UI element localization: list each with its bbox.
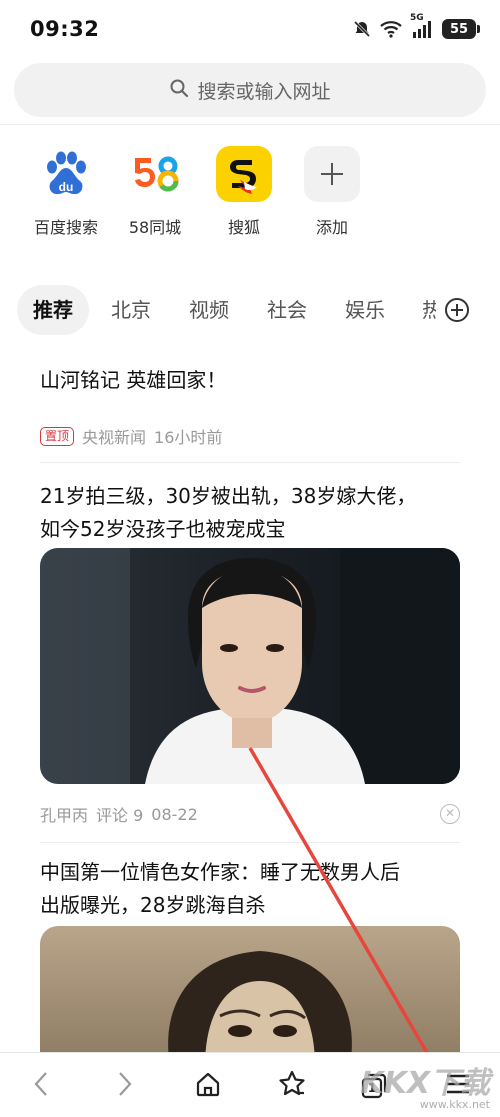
news-title[interactable]: 21岁拍三级，30岁被出轨，38岁嫁大佬， 如今52岁没孩子也被宠成宝 xyxy=(40,480,460,546)
tab-society[interactable]: 社会 xyxy=(267,285,307,335)
back-icon xyxy=(33,1071,49,1101)
tab-entertainment[interactable]: 娱乐 xyxy=(345,285,385,335)
baidu-logo-icon: du xyxy=(38,146,94,202)
news-source: 孔甲丙 xyxy=(40,806,89,825)
news-meta: 孔甲丙 评论 9 08-22 xyxy=(40,802,198,826)
feed-divider xyxy=(40,842,460,843)
bookmark-star-icon xyxy=(277,1069,307,1103)
add-tab-icon[interactable] xyxy=(444,297,470,323)
shortcut-label: 添加 xyxy=(315,218,348,237)
feed-divider xyxy=(40,462,460,463)
clock: 09:32 xyxy=(30,17,100,41)
svg-text:du: du xyxy=(59,180,74,194)
news-comments: 评论 9 xyxy=(96,806,144,825)
news-meta: 置顶 央视新闻 16小时前 xyxy=(40,424,222,448)
news-thumbnail[interactable] xyxy=(40,548,460,784)
news-title[interactable]: 中国第一位情色女作家：睡了无数男人后 出版曝光，28岁跳海自杀 xyxy=(40,856,460,922)
network-type: 5G xyxy=(410,13,424,23)
wifi-icon xyxy=(380,20,402,38)
watermark-logo: KKX下载 xyxy=(360,1066,490,1101)
plus-icon xyxy=(304,146,360,202)
back-button[interactable] xyxy=(24,1069,58,1103)
pinned-badge: 置顶 xyxy=(40,426,75,446)
news-title-line: 如今52岁没孩子也被宠成宝 xyxy=(40,517,286,541)
shortcut-add[interactable]: 添加 xyxy=(287,146,377,238)
news-title[interactable]: 山河铭记 英雄回家！ xyxy=(40,364,460,397)
shortcut-grid: du 百度搜索 58同城 搜狐 添加 xyxy=(0,146,500,246)
search-bar[interactable]: 搜索或输入网址 xyxy=(14,63,486,117)
mute-bell-icon xyxy=(352,19,372,39)
home-icon xyxy=(194,1070,222,1102)
news-date: 08-22 xyxy=(151,804,198,824)
bookmarks-button[interactable] xyxy=(275,1069,309,1103)
shortcut-label: 百度搜索 xyxy=(33,218,98,237)
sohu-logo-icon xyxy=(216,146,272,202)
news-source: 央视新闻 xyxy=(82,428,147,447)
category-tabs: 推荐 北京 视频 社会 娱乐 热 xyxy=(0,285,500,335)
tab-hot[interactable]: 热 xyxy=(422,285,436,335)
header-divider xyxy=(0,124,500,125)
search-icon xyxy=(169,78,189,102)
home-button[interactable] xyxy=(191,1069,225,1103)
58-logo-icon xyxy=(127,146,183,202)
dismiss-icon[interactable]: ✕ xyxy=(440,804,460,824)
news-title-line: 出版曝光，28岁跳海自杀 xyxy=(40,893,266,917)
shortcut-58[interactable]: 58同城 xyxy=(110,146,200,238)
search-placeholder: 搜索或输入网址 xyxy=(197,80,331,103)
cellular-signal-icon: 5G xyxy=(410,13,434,39)
tab-recommend[interactable]: 推荐 xyxy=(17,285,89,335)
tab-video[interactable]: 视频 xyxy=(189,285,229,335)
forward-icon xyxy=(117,1071,133,1101)
watermark: KKX下载 www.kkx.net xyxy=(360,1058,490,1111)
status-icons: 5G 55 xyxy=(352,13,480,42)
shortcut-label: 58同城 xyxy=(128,218,182,237)
tab-beijing[interactable]: 北京 xyxy=(111,285,151,335)
shortcut-label: 搜狐 xyxy=(227,218,260,237)
news-title-line: 中国第一位情色女作家：睡了无数男人后 xyxy=(40,860,400,884)
shortcut-sohu[interactable]: 搜狐 xyxy=(199,146,289,238)
news-time: 16小时前 xyxy=(154,428,223,447)
forward-button[interactable] xyxy=(108,1069,142,1103)
battery-icon: 55 xyxy=(442,19,480,39)
news-title-line: 21岁拍三级，30岁被出轨，38岁嫁大佬， xyxy=(40,484,417,508)
status-bar: 09:32 5G 55 xyxy=(0,0,500,58)
shortcut-baidu[interactable]: du 百度搜索 xyxy=(21,146,111,238)
news-thumbnail[interactable] xyxy=(40,926,460,1066)
